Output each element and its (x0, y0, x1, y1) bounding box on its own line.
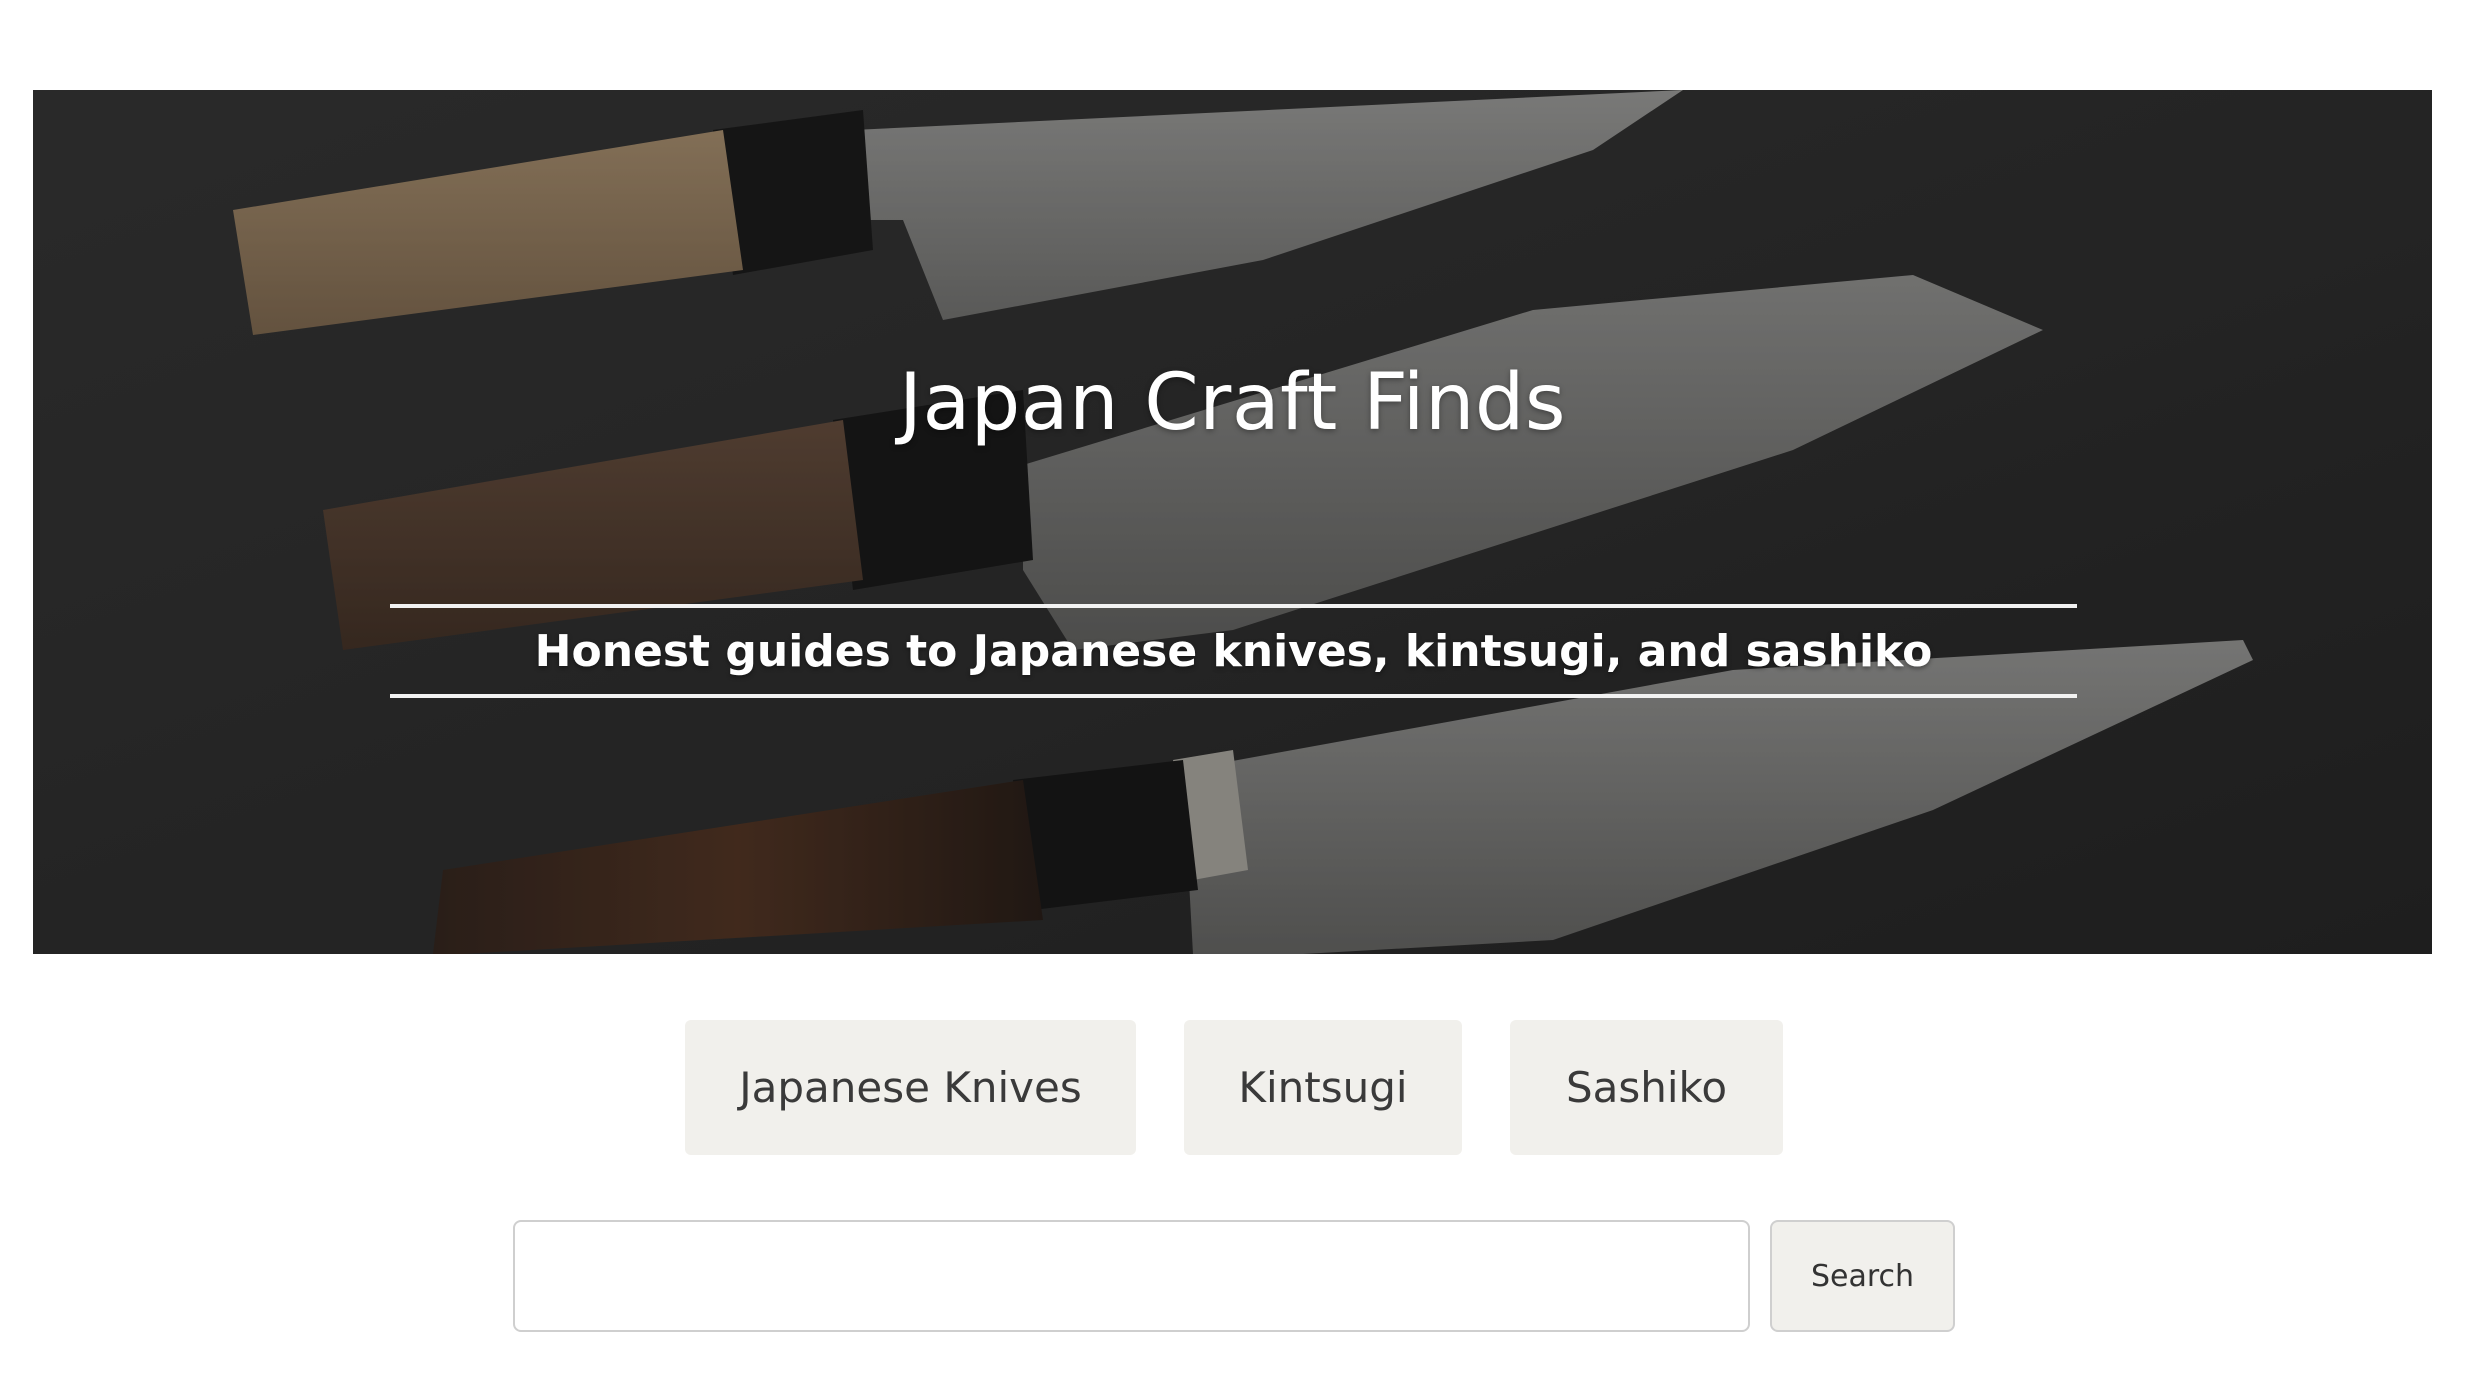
site-tagline: Honest guides to Japanese knives, kintsu… (534, 625, 1933, 677)
category-button-sashiko[interactable]: Sashiko (1510, 1020, 1783, 1155)
category-nav: Japanese Knives Kintsugi Sashiko (0, 1020, 2466, 1155)
tagline-frame: Honest guides to Japanese knives, kintsu… (390, 604, 2077, 698)
page: Japan Craft Finds Honest guides to Japan… (0, 0, 2466, 1382)
search-button[interactable]: Search (1770, 1220, 1955, 1332)
search-input[interactable] (513, 1220, 1750, 1332)
site-title[interactable]: Japan Craft Finds (33, 358, 2432, 448)
category-button-japanese-knives[interactable]: Japanese Knives (685, 1020, 1136, 1155)
hero-overlay (33, 90, 2432, 954)
category-button-kintsugi[interactable]: Kintsugi (1184, 1020, 1462, 1155)
hero-banner: Japan Craft Finds Honest guides to Japan… (33, 90, 2432, 954)
